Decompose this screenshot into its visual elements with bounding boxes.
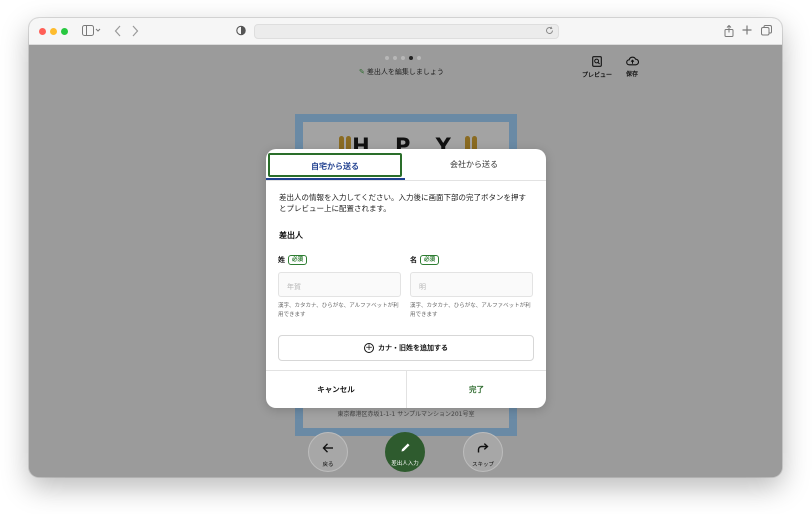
page-dot xyxy=(385,56,389,60)
last-name-hint: 漢字、カタカナ、ひらがな、アルファベットが利用できます xyxy=(278,303,399,318)
preview-button[interactable]: プレビュー xyxy=(580,56,614,79)
cancel-button[interactable]: キャンセル xyxy=(266,371,406,408)
dialog-description: 差出人の情報を入力してください。入力後に画面下部の完了ボタンを押すとプレビュー上… xyxy=(279,193,527,213)
sender-section-title: 差出人 xyxy=(279,231,303,240)
edit-hint-text: 差出人を編集しましょう xyxy=(366,68,444,76)
add-kana-button[interactable]: + カナ・旧姓を追加する xyxy=(278,335,534,361)
page-dot xyxy=(417,56,421,60)
page-dot-current xyxy=(409,56,413,60)
sidebar-icon[interactable] xyxy=(81,25,103,38)
done-button[interactable]: 完了 xyxy=(407,371,546,408)
address-bar[interactable] xyxy=(254,24,559,39)
minimize-window-button[interactable] xyxy=(50,28,57,35)
close-window-button[interactable] xyxy=(39,28,46,35)
required-badge: 必須 xyxy=(420,255,440,265)
skip-label: スキップ xyxy=(471,462,494,468)
plus-circle-icon: + xyxy=(364,343,374,353)
tab-company[interactable]: 会社から送る xyxy=(406,153,542,177)
card-address-line: 東京都港区赤坂1-1-1 サンプルマンション201号室 xyxy=(337,411,475,418)
pencil-icon: ✎ xyxy=(359,68,365,76)
forward-icon[interactable] xyxy=(130,25,140,38)
shield-icon xyxy=(235,25,247,38)
arrow-left-icon xyxy=(309,442,347,456)
share-icon[interactable] xyxy=(723,24,735,38)
save-button[interactable]: 保存 xyxy=(615,56,649,78)
first-name-hint: 漢字、カタカナ、ひらがな、アルファベットが利用できます xyxy=(410,303,531,318)
pencil-icon xyxy=(386,442,424,455)
tabs-overview-icon[interactable] xyxy=(760,25,772,38)
browser-toolbar xyxy=(29,18,782,45)
sender-input-label: 差出人入力 xyxy=(391,461,419,467)
tab-divider xyxy=(266,180,546,181)
back-button[interactable]: 戻る xyxy=(308,432,348,472)
back-icon[interactable] xyxy=(113,25,123,38)
page-content: ✎ 差出人を編集しましょう プレビュー 保存 H P Y 東京都港区赤坂1-1-1… xyxy=(29,46,782,477)
sender-input-button[interactable]: 差出人入力 xyxy=(385,432,425,472)
last-name-label-text: 姓 xyxy=(278,256,285,264)
sender-dialog: 自宅から送る 会社から送る 差出人の情報を入力してください。入力後に画面下部の完… xyxy=(266,149,546,408)
last-name-input[interactable]: 年賀 xyxy=(278,272,401,297)
first-name-label: 名必須 xyxy=(410,255,440,265)
redo-arrow-icon xyxy=(464,442,502,456)
page-dot xyxy=(401,56,405,60)
edit-hint: ✎ 差出人を編集しましょう xyxy=(359,67,459,77)
preview-icon xyxy=(580,56,614,70)
back-label: 戻る xyxy=(322,462,334,468)
add-kana-label: カナ・旧姓を追加する xyxy=(378,344,448,352)
first-name-label-text: 名 xyxy=(410,256,417,264)
cloud-upload-icon xyxy=(615,56,649,69)
browser-window: ✎ 差出人を編集しましょう プレビュー 保存 H P Y 東京都港区赤坂1-1-1… xyxy=(29,18,782,477)
last-name-label: 姓必須 xyxy=(278,255,308,265)
page-indicator xyxy=(385,56,425,60)
reload-icon[interactable] xyxy=(545,26,554,39)
page-dot xyxy=(393,56,397,60)
save-label: 保存 xyxy=(625,71,638,78)
skip-button[interactable]: スキップ xyxy=(463,432,503,472)
first-name-input[interactable]: 明 xyxy=(410,272,533,297)
preview-label: プレビュー xyxy=(581,72,612,79)
tab-home[interactable]: 自宅から送る xyxy=(268,153,402,177)
zoom-window-button[interactable] xyxy=(61,28,68,35)
required-badge: 必須 xyxy=(288,255,308,265)
new-tab-icon[interactable] xyxy=(741,25,753,38)
